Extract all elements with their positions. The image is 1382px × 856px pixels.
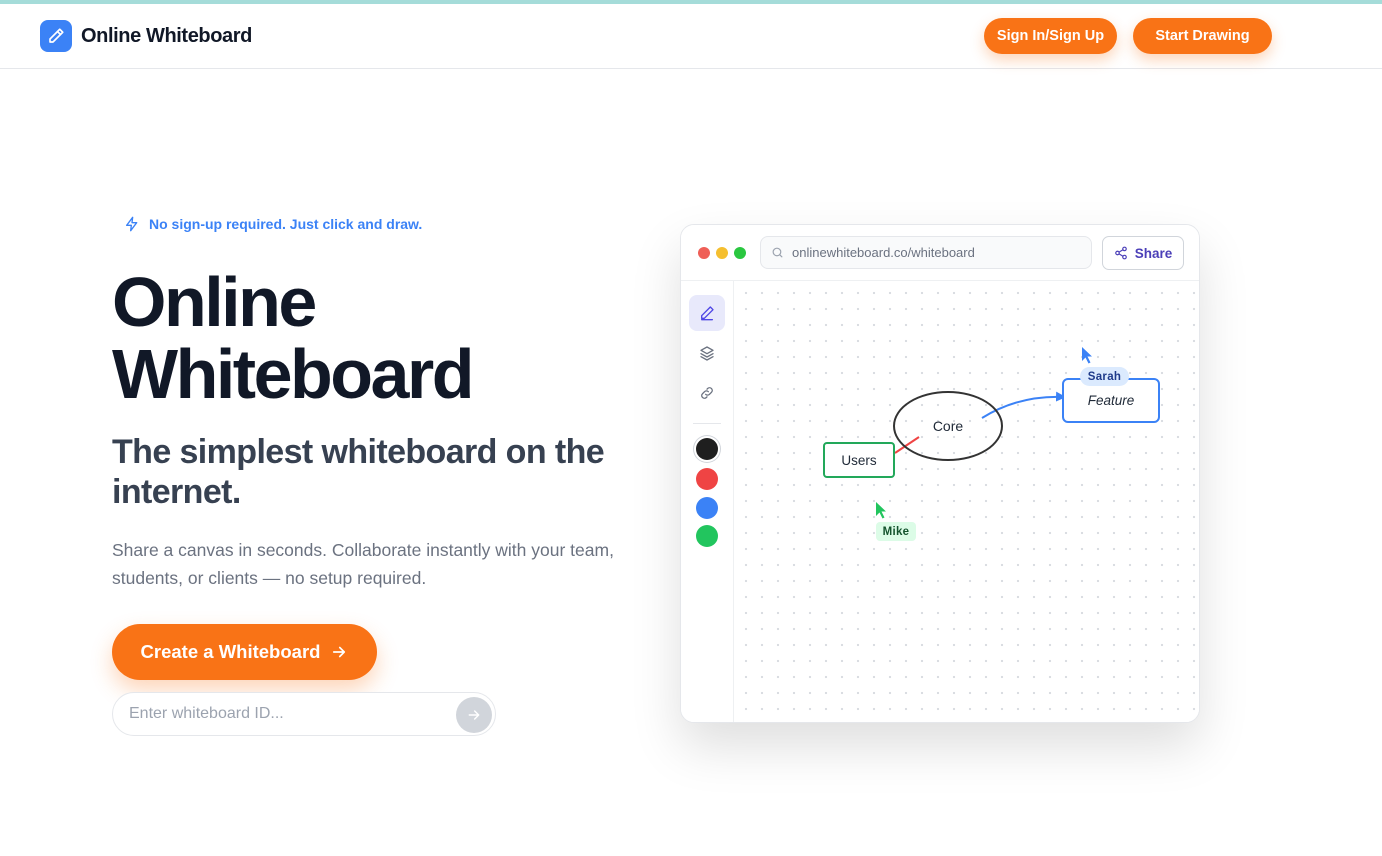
mike-cursor-icon <box>876 502 886 519</box>
preview-url-bar: onlinewhiteboard.co/whiteboard <box>760 236 1092 269</box>
hero-description: Share a canvas in seconds. Collaborate i… <box>112 540 614 588</box>
search-icon <box>772 247 783 258</box>
lightning-icon <box>126 216 138 232</box>
whiteboard-id-input[interactable] <box>129 693 449 735</box>
pencil-logo-icon <box>40 20 72 52</box>
start-drawing-button[interactable]: Start Drawing <box>1133 18 1272 54</box>
core-node[interactable]: Core <box>893 391 1003 461</box>
whiteboard-preview: onlinewhiteboard.co/whiteboard Share Use… <box>680 224 1200 723</box>
users-node[interactable]: Users <box>823 442 895 478</box>
color-swatch-blue[interactable] <box>696 497 718 519</box>
pencil-tool[interactable] <box>689 295 725 331</box>
share-label: Share <box>1134 245 1173 261</box>
close-dot-icon <box>698 247 710 259</box>
hero-title: Online Whiteboard <box>112 263 474 413</box>
toolbar-divider <box>693 423 721 424</box>
preview-toolbar <box>681 281 734 722</box>
minimize-dot-icon <box>716 247 728 259</box>
link-icon <box>701 387 713 399</box>
share-icon <box>1114 246 1127 260</box>
no-signup-badge: No sign-up required. Just click and draw… <box>124 216 422 232</box>
preview-url-text: onlinewhiteboard.co/whiteboard <box>792 245 975 260</box>
sign-in-button[interactable]: Sign In/Sign Up <box>984 18 1117 54</box>
arrow-right-icon <box>468 710 480 720</box>
brand-name: Online Whiteboard <box>81 24 252 47</box>
brand[interactable]: Online Whiteboard <box>40 20 252 52</box>
sarah-cursor-label: Sarah <box>1080 367 1129 386</box>
color-swatch-red[interactable] <box>696 468 718 490</box>
drawing-canvas[interactable]: Users Core Feature Sarah Mike <box>734 281 1199 722</box>
whiteboard-id-form <box>112 692 496 736</box>
create-whiteboard-label: Create a Whiteboard <box>140 641 321 662</box>
layers-tool[interactable] <box>689 335 725 371</box>
pencil-icon <box>701 306 714 321</box>
create-whiteboard-button[interactable]: Create a Whiteboard <box>112 624 377 680</box>
color-swatch-black[interactable] <box>696 438 718 460</box>
badge-text: No sign-up required. Just click and draw… <box>149 216 423 232</box>
mike-cursor-label: Mike <box>876 522 916 541</box>
join-whiteboard-button[interactable] <box>456 697 492 733</box>
preview-browser-bar: onlinewhiteboard.co/whiteboard Share <box>681 225 1199 281</box>
layers-icon <box>700 346 714 361</box>
canvas-connectors <box>876 347 1092 519</box>
sarah-cursor-icon <box>1082 347 1092 364</box>
arrow-right-icon <box>333 646 346 658</box>
color-swatch-green[interactable] <box>696 525 718 547</box>
hero-subtitle: The simplest whiteboard on the internet. <box>112 433 605 511</box>
hero-title-line2: Whiteboard <box>112 335 474 413</box>
hero-title-line1: Online <box>112 263 317 341</box>
link-tool[interactable] <box>689 375 725 411</box>
maximize-dot-icon <box>734 247 746 259</box>
site-header: Online Whiteboard Sign In/Sign Up Start … <box>0 4 1382 69</box>
share-button[interactable]: Share <box>1102 236 1184 270</box>
